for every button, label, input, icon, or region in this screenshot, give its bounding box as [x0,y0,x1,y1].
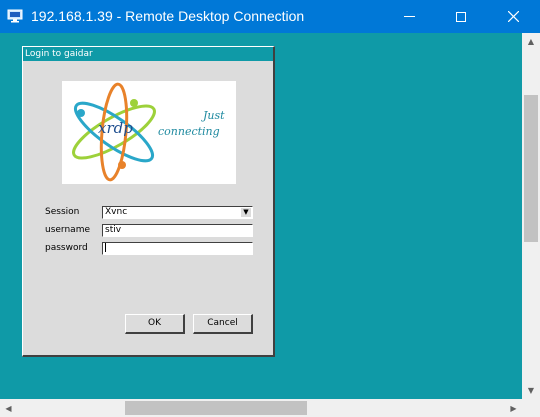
scroll-down-icon[interactable]: ▼ [522,382,540,399]
remote-desktop-icon [7,8,23,23]
horizontal-scrollbar[interactable]: ◀ ▶ [0,399,522,417]
username-label: username [45,225,90,235]
logo-text: xrdp [98,119,133,137]
remote-desktop-area[interactable]: Login to gaidar xrdp Just connecting Ses… [0,33,522,399]
login-dialog: Login to gaidar xrdp Just connecting Ses… [22,46,275,357]
text-cursor [105,243,106,252]
cancel-button[interactable]: Cancel [193,314,253,334]
dialog-title: Login to gaidar [23,47,273,61]
close-button[interactable] [490,0,536,33]
session-value: Xvnc [105,207,128,217]
vertical-scrollbar[interactable]: ▲ ▼ [522,33,540,399]
maximize-button[interactable] [438,0,484,33]
password-label: password [45,243,88,253]
session-select[interactable]: Xvnc ▼ [102,206,253,219]
scroll-right-icon[interactable]: ▶ [505,399,522,417]
chevron-down-icon[interactable]: ▼ [241,208,251,217]
username-value: stiv [105,225,122,235]
password-input[interactable] [102,242,253,255]
username-input[interactable]: stiv [102,224,253,237]
session-label: Session [45,207,80,217]
tagline-line2: connecting [158,125,220,138]
maximize-icon [456,11,466,22]
title-bar[interactable]: 192.168.1.39 - Remote Desktop Connection [0,0,540,33]
ok-button[interactable]: OK [125,314,185,334]
horizontal-scroll-thumb[interactable] [125,401,307,415]
vertical-scroll-thumb[interactable] [524,95,538,242]
window-title: 192.168.1.39 - Remote Desktop Connection [31,8,305,24]
minimize-button[interactable] [386,0,432,33]
scrollbar-corner [522,399,540,417]
xrdp-logo-banner: xrdp Just connecting [62,81,236,184]
scroll-up-icon[interactable]: ▲ [522,33,540,50]
close-icon [507,11,519,22]
tagline-line1: Just [203,109,225,122]
scroll-left-icon[interactable]: ◀ [0,399,17,417]
minimize-icon [403,16,415,17]
